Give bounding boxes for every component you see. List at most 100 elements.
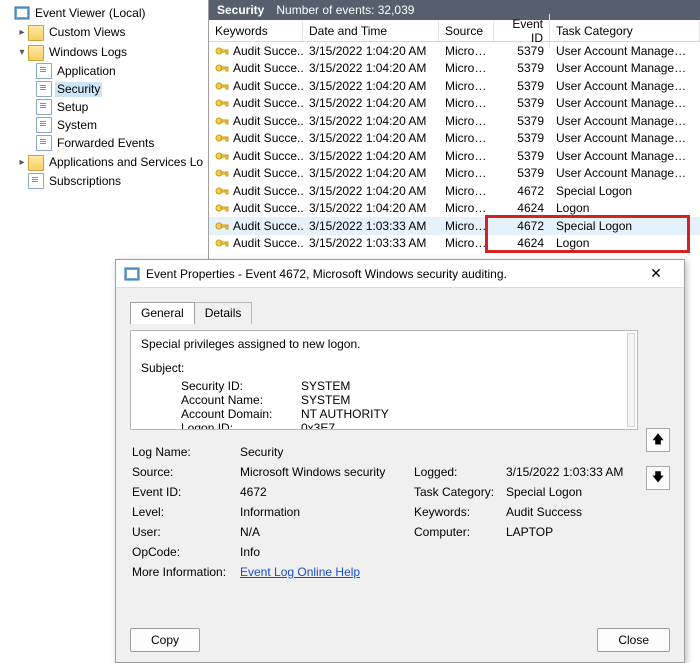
col-event-id[interactable]: Event ID [494, 14, 550, 48]
subj-sid-label: Security ID: [181, 379, 301, 393]
key-icon [215, 61, 229, 75]
events-list[interactable]: Audit Succe...3/15/2022 1:04:20 AMMicros… [209, 42, 700, 252]
row-event-id: 5379 [494, 79, 550, 93]
tree-windows-logs[interactable]: ▾ Windows Logs [2, 42, 208, 62]
user-label: User: [132, 525, 240, 539]
subj-acct-value: SYSTEM [301, 393, 451, 407]
event-row[interactable]: Audit Succe...3/15/2022 1:04:20 AMMicros… [209, 130, 700, 148]
level-label: Level: [132, 505, 240, 519]
tree-security[interactable]: Security [2, 80, 208, 98]
row-source: Micros... [439, 96, 494, 110]
close-button[interactable]: Close [597, 628, 670, 652]
keywords-value: Audit Success [506, 505, 638, 519]
event-row[interactable]: Audit Succe...3/15/2022 1:04:20 AMMicros… [209, 77, 700, 95]
row-source: Micros... [439, 236, 494, 250]
row-source: Micros... [439, 131, 494, 145]
event-row[interactable]: Audit Succe...3/15/2022 1:03:33 AMMicros… [209, 217, 700, 235]
eventviewer-icon [14, 5, 30, 21]
expand-icon[interactable]: ▸ [16, 155, 28, 170]
events-columns: Keywords Date and Time Source Event ID T… [209, 20, 700, 42]
tree-forwarded[interactable]: Forwarded Events [2, 134, 208, 152]
folder-icon [28, 155, 44, 171]
key-icon [215, 219, 229, 233]
event-id-label: Event ID: [132, 485, 240, 499]
row-datetime: 3/15/2022 1:04:20 AM [303, 114, 439, 128]
subject-table: Security ID:SYSTEM Account Name:SYSTEM A… [181, 379, 627, 430]
tree-subscriptions[interactable]: Subscriptions [2, 172, 208, 190]
tree-root[interactable]: Event Viewer (Local) [2, 4, 208, 22]
source-value: Microsoft Windows security [240, 465, 414, 479]
event-log-help-link[interactable]: Event Log Online Help [240, 565, 414, 579]
row-event-id: 5379 [494, 61, 550, 75]
tab-general[interactable]: General [130, 302, 195, 324]
col-source[interactable]: Source [439, 21, 494, 41]
event-row[interactable]: Audit Succe...3/15/2022 1:04:20 AMMicros… [209, 95, 700, 113]
col-task-category[interactable]: Task Category [550, 21, 700, 41]
close-icon[interactable]: ✕ [636, 265, 676, 282]
event-row[interactable]: Audit Succe...3/15/2022 1:04:20 AMMicros… [209, 42, 700, 60]
expand-icon[interactable]: ▸ [16, 25, 28, 40]
more-info-label: More Information: [132, 565, 240, 579]
row-datetime: 3/15/2022 1:04:20 AM [303, 79, 439, 93]
tree-custom-views[interactable]: ▸ Custom Views [2, 22, 208, 42]
event-row[interactable]: Audit Succe...3/15/2022 1:04:20 AMMicros… [209, 60, 700, 78]
tree-item-label: Subscriptions [47, 174, 123, 189]
row-task-category: User Account Management [550, 149, 700, 163]
row-task-category: User Account Management [550, 44, 700, 58]
log-icon [36, 99, 52, 115]
collapse-icon[interactable]: ▾ [16, 45, 28, 60]
folder-icon [28, 25, 44, 41]
row-task-category: User Account Management [550, 166, 700, 180]
row-event-id: 5379 [494, 96, 550, 110]
event-row[interactable]: Audit Succe...3/15/2022 1:03:33 AMMicros… [209, 235, 700, 253]
row-source: Micros... [439, 61, 494, 75]
general-panel: Special privileges assigned to new logon… [130, 330, 638, 430]
prev-event-button[interactable]: 🡅 [646, 428, 670, 452]
event-row[interactable]: Audit Succe...3/15/2022 1:04:20 AMMicros… [209, 165, 700, 183]
row-keywords: Audit Succe... [233, 201, 303, 215]
col-keywords[interactable]: Keywords [209, 21, 303, 41]
row-source: Micros... [439, 219, 494, 233]
tree-application[interactable]: Application [2, 62, 208, 80]
row-source: Micros... [439, 184, 494, 198]
tree-setup[interactable]: Setup [2, 98, 208, 116]
dialog-titlebar[interactable]: Event Properties - Event 4672, Microsoft… [116, 260, 684, 288]
tree-system[interactable]: System [2, 116, 208, 134]
log-icon [28, 173, 44, 189]
dialog-title: Event Properties - Event 4672, Microsoft… [146, 267, 636, 281]
tree-item-label: Setup [55, 100, 90, 115]
tab-details[interactable]: Details [194, 302, 253, 324]
event-row[interactable]: Audit Succe...3/15/2022 1:04:20 AMMicros… [209, 200, 700, 218]
event-row[interactable]: Audit Succe...3/15/2022 1:04:20 AMMicros… [209, 182, 700, 200]
row-task-category: User Account Management [550, 114, 700, 128]
subj-dom-label: Account Domain: [181, 407, 301, 421]
event-id-value: 4672 [240, 485, 414, 499]
event-message: Special privileges assigned to new logon… [141, 337, 627, 351]
row-event-id: 4672 [494, 184, 550, 198]
event-row[interactable]: Audit Succe...3/15/2022 1:04:20 AMMicros… [209, 112, 700, 130]
row-event-id: 5379 [494, 114, 550, 128]
computer-value: LAPTOP [506, 525, 638, 539]
next-event-button[interactable]: 🡇 [646, 466, 670, 490]
row-datetime: 3/15/2022 1:03:33 AM [303, 219, 439, 233]
row-datetime: 3/15/2022 1:03:33 AM [303, 236, 439, 250]
source-label: Source: [132, 465, 240, 479]
log-icon [36, 117, 52, 133]
event-row[interactable]: Audit Succe...3/15/2022 1:04:20 AMMicros… [209, 147, 700, 165]
log-name-label: Log Name: [132, 445, 240, 459]
copy-button[interactable]: Copy [130, 628, 200, 652]
log-icon [36, 81, 52, 97]
row-datetime: 3/15/2022 1:04:20 AM [303, 61, 439, 75]
row-datetime: 3/15/2022 1:04:20 AM [303, 96, 439, 110]
subj-dom-value: NT AUTHORITY [301, 407, 451, 421]
row-source: Micros... [439, 201, 494, 215]
row-task-category: Logon [550, 236, 700, 250]
col-datetime[interactable]: Date and Time [303, 21, 439, 41]
key-icon [215, 184, 229, 198]
panel-scrollbar[interactable] [627, 333, 635, 427]
key-icon [215, 96, 229, 110]
tree-item-label: Applications and Services Lo [47, 155, 205, 170]
event-properties-dialog: Event Properties - Event 4672, Microsoft… [115, 259, 685, 663]
tree-apps-services[interactable]: ▸ Applications and Services Lo [2, 152, 208, 172]
row-keywords: Audit Succe... [233, 219, 303, 233]
